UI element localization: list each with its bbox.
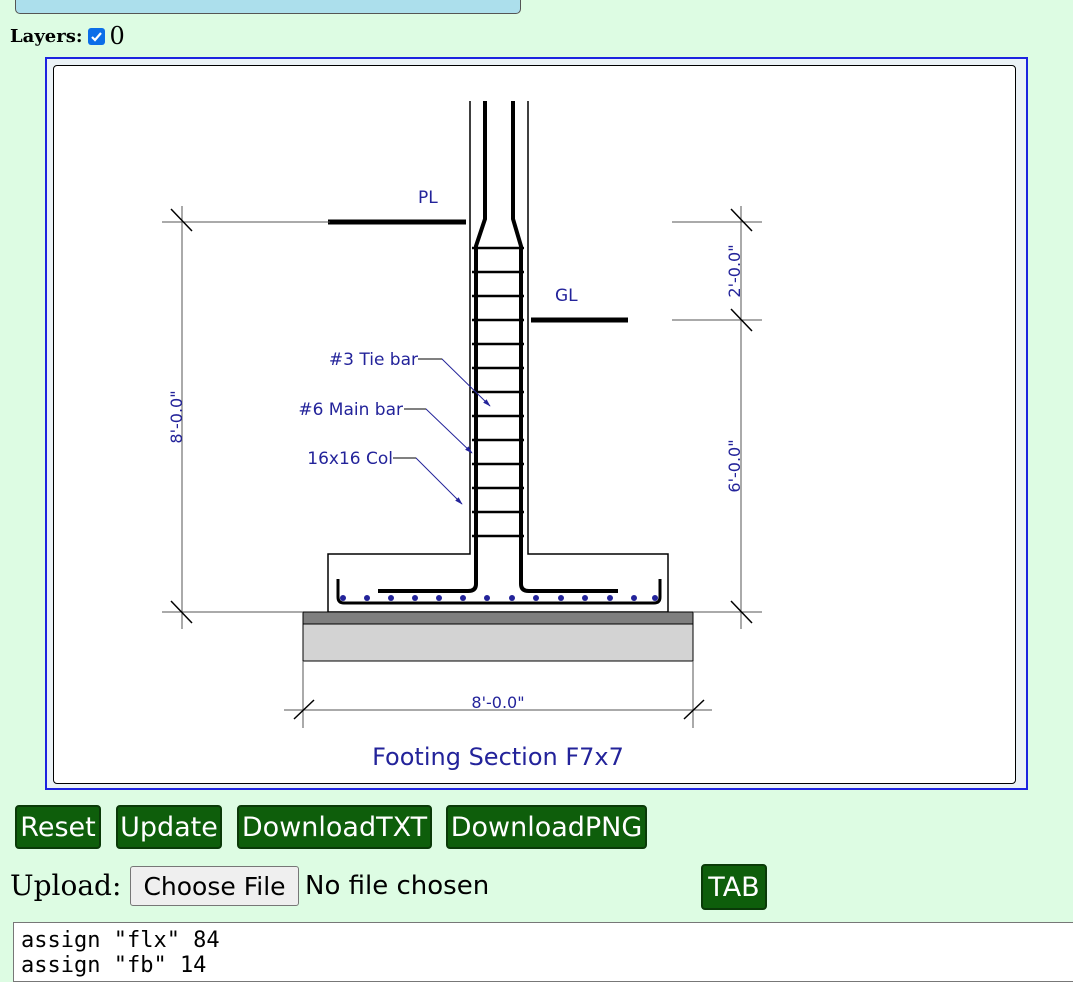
footing-bar-dots [340, 595, 658, 601]
bottom-width-dim: 8'-0.0" [471, 693, 524, 712]
layers-row: Layers: 0 [10, 22, 125, 50]
tie-bars [472, 246, 524, 538]
script-line: assign "flx" 84 [21, 928, 220, 953]
layers-label: Layers: [10, 25, 83, 47]
download-png-button[interactable]: DownloadPNG [446, 805, 647, 849]
top-panel [15, 0, 521, 14]
download-txt-button[interactable]: DownloadTXT [237, 805, 432, 849]
choose-file-button[interactable]: Choose File [130, 866, 299, 906]
gl-label: GL [555, 286, 578, 306]
footing-section-drawing: PL GL 8'-0.0" 2'-0.0" 6'-0.0" 8'-0.0" #3… [162, 101, 762, 771]
pl-label: PL [418, 188, 438, 208]
left-height-dim: 8'-0.0" [167, 390, 186, 443]
update-button[interactable]: Update [116, 805, 222, 849]
right-lower-dim: 6'-0.0" [725, 439, 744, 492]
right-dimension [672, 206, 762, 629]
right-upper-dim: 2'-0.0" [725, 244, 744, 297]
drawing-canvas[interactable]: PL GL 8'-0.0" 2'-0.0" 6'-0.0" 8'-0.0" #3… [53, 65, 1016, 784]
tie-bar-label: #3 Tie bar [329, 350, 418, 370]
drawing-canvas-frame: PL GL 8'-0.0" 2'-0.0" 6'-0.0" 8'-0.0" #3… [45, 57, 1028, 790]
layer-checkbox[interactable] [87, 27, 105, 45]
slab-light [302, 623, 694, 662]
upload-label: Upload: [10, 869, 122, 902]
script-textarea[interactable]: assign "flx" 84 assign "fb" 14 [13, 922, 1073, 982]
layer-number: 0 [109, 22, 125, 50]
drawing-title: Footing Section F7x7 [372, 743, 624, 771]
script-line: assign "fb" 14 [21, 953, 207, 978]
file-status: No file chosen [305, 871, 490, 901]
main-bar-left [378, 101, 487, 593]
tab-button[interactable]: TAB [701, 864, 767, 910]
column-label: 16x16 Col [307, 449, 393, 469]
check-icon [90, 31, 102, 42]
reset-button[interactable]: Reset [15, 805, 101, 849]
slab-dark [302, 611, 694, 625]
main-bar-label: #6 Main bar [298, 400, 403, 420]
